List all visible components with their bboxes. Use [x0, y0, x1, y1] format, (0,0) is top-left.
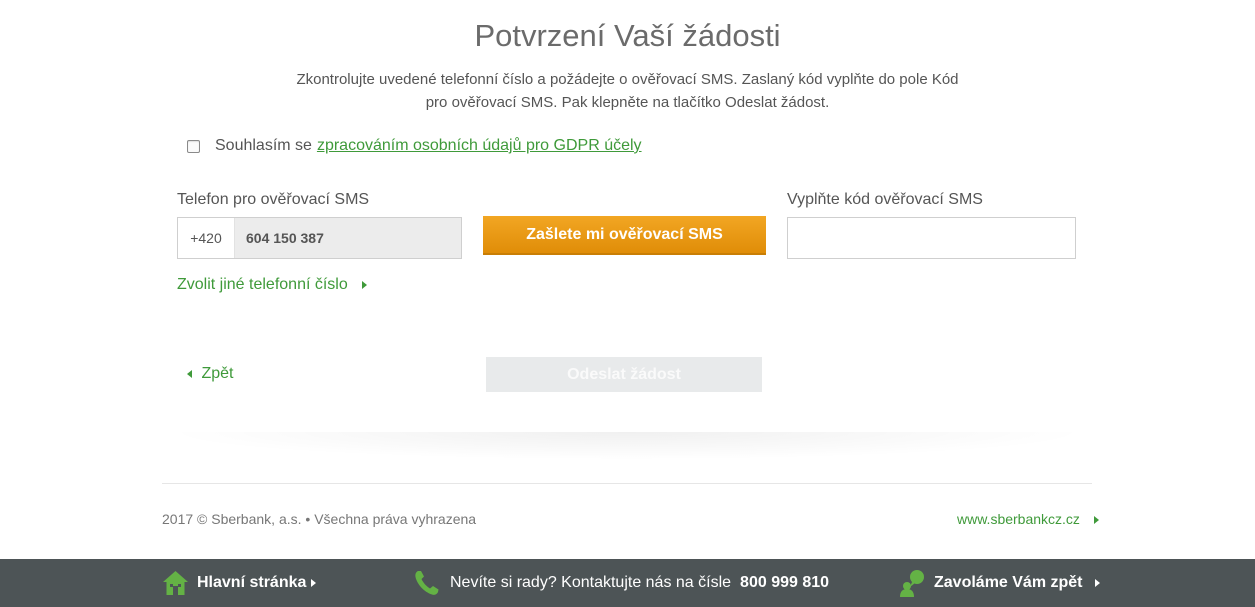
intro-line-1: Zkontrolujte uvedené telefonní číslo a p…	[296, 71, 959, 88]
other-phone-label: Zvolit jiné telefonní číslo	[177, 276, 348, 293]
sms-code-input[interactable]	[787, 217, 1076, 259]
arrow-left-icon	[187, 369, 192, 378]
intro-text: Zkontrolujte uvedené telefonní číslo a p…	[0, 68, 1255, 114]
send-sms-button[interactable]: Zašlete mi ověřovací SMS	[483, 216, 766, 255]
back-link[interactable]: Zpět	[187, 365, 233, 383]
footer-divider	[162, 483, 1092, 484]
site-link[interactable]: www.sberbankcz.cz	[957, 511, 1099, 527]
contact-info: Nevíte si rady? Kontaktujte nás na čísle…	[414, 559, 829, 607]
gdpr-link[interactable]: zpracováním osobních údajů pro GDPR účel…	[317, 137, 642, 155]
arrow-right-icon	[1093, 516, 1099, 525]
arrow-right-icon	[362, 280, 368, 289]
phone-prefix: +420	[178, 218, 235, 258]
phone-number: 604 150 387	[235, 218, 461, 258]
copyright: 2017 © Sberbank, a.s. • Všechna práva vy…	[162, 511, 477, 527]
code-label: Vyplňte kód ověřovací SMS	[787, 191, 983, 208]
home-link[interactable]: Hlavní stránka	[162, 559, 317, 607]
page-title: Potvrzení Vaší žádosti	[474, 18, 781, 53]
phone-icon	[414, 570, 439, 596]
contact-text: Nevíte si rady? Kontaktujte nás na čísle	[450, 574, 732, 591]
back-label: Zpět	[201, 365, 234, 382]
callback-icon	[898, 569, 926, 597]
phone-field: +420 604 150 387	[177, 217, 462, 259]
callback-link[interactable]: Zavoláme Vám zpět	[898, 559, 1100, 607]
consent-checkbox[interactable]	[187, 139, 200, 153]
section-shadow	[162, 432, 1092, 460]
house-icon	[162, 570, 189, 596]
home-label: Hlavní stránka	[197, 574, 307, 591]
consent-row: Souhlasím se zpracováním osobních údajů …	[187, 137, 642, 155]
arrow-right-icon	[311, 579, 317, 587]
site-link-label: www.sberbankcz.cz	[957, 511, 1080, 527]
footer-bar: Hlavní stránka Nevíte si rady? Kontaktuj…	[0, 559, 1255, 607]
arrow-right-icon	[1094, 579, 1100, 587]
consent-text: Souhlasím se	[215, 137, 312, 154]
contact-number: 800 999 810	[740, 574, 830, 591]
submit-request-button[interactable]: Odeslat žádost	[486, 357, 762, 392]
phone-label: Telefon pro ověřovací SMS	[177, 191, 370, 208]
other-phone-link[interactable]: Zvolit jiné telefonní číslo	[177, 276, 368, 294]
callback-label: Zavoláme Vám zpět	[934, 574, 1083, 591]
intro-line-2: pro ověřovací SMS. Pak klepněte na tlačí…	[425, 94, 830, 111]
